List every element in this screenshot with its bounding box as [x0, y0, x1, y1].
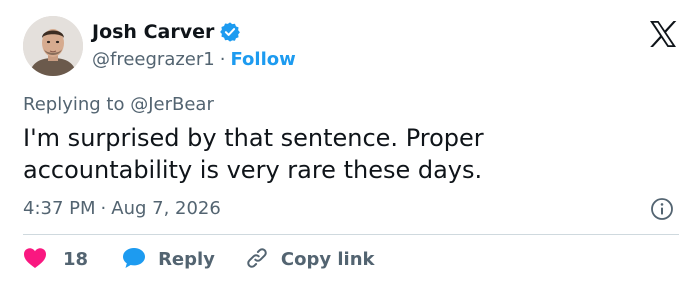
copy-link-button[interactable]: Copy link [245, 245, 375, 275]
heart-icon [23, 247, 47, 273]
divider [23, 234, 679, 235]
author-name[interactable]: Josh Carver [92, 20, 214, 44]
reply-label: Reply [158, 249, 215, 270]
like-count: 18 [63, 249, 89, 270]
handle-row: @freegrazer1 · Follow [92, 48, 296, 72]
x-logo-icon[interactable] [648, 20, 678, 48]
like-button[interactable]: 18 [23, 245, 88, 275]
tweet-text-line: I'm surprised by that sentence. Proper [23, 124, 484, 152]
reply-button[interactable]: Reply [122, 245, 215, 275]
verified-badge-icon [219, 21, 241, 43]
tweet-date: Aug 7, 2026 [111, 198, 221, 219]
tweet-time: 4:37 PM [23, 198, 96, 219]
tweet-text-line: accountability is very rare these days. [23, 156, 483, 184]
avatar[interactable] [23, 16, 83, 76]
tweet-text: I'm surprised by that sentence. Proper a… [23, 122, 643, 186]
timestamp-separator: · [100, 198, 107, 219]
speech-bubble-icon [122, 247, 146, 273]
follow-button[interactable]: Follow [230, 49, 295, 70]
replying-to: Replying to @JerBear [23, 94, 214, 116]
link-icon [245, 246, 269, 274]
replying-to-label: Replying to [23, 94, 125, 115]
author-handle[interactable]: @freegrazer1 [92, 49, 215, 70]
handle-separator: · [219, 49, 226, 70]
timestamp[interactable]: 4:37 PM · Aug 7, 2026 [23, 197, 221, 221]
copy-link-label: Copy link [280, 249, 375, 270]
replying-to-mention[interactable]: @JerBear [130, 94, 214, 115]
info-icon[interactable] [650, 197, 674, 221]
tweet-card: Josh Carver @freegrazer1 · Follow Replying… [0, 0, 700, 287]
author-name-row: Josh Carver [92, 20, 241, 44]
action-bar: 18 Reply Copy link [23, 245, 375, 275]
avatar-photo [23, 16, 83, 76]
